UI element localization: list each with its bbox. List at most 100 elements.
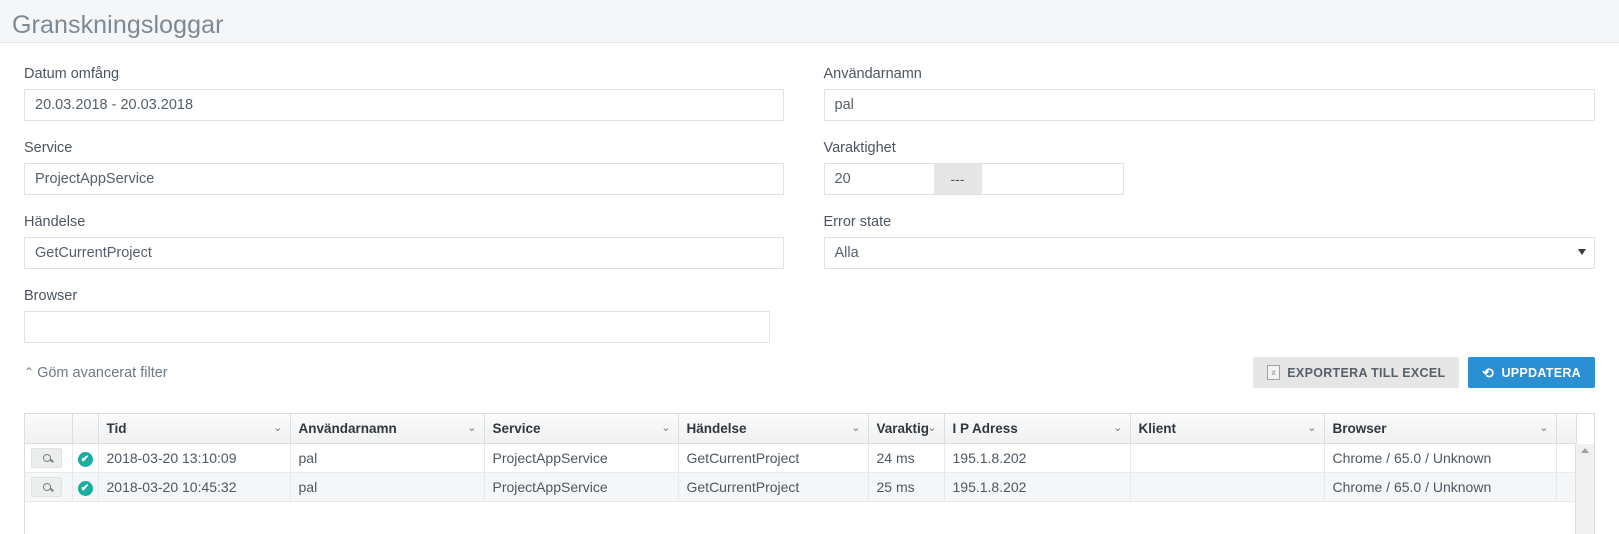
cell-spacer (1556, 472, 1577, 502)
column-header-browser-label: Browser (1332, 420, 1387, 436)
filter-column-right: Användarnamn pal Varaktighet 20 --- Erro… (810, 65, 1596, 361)
table-body: ✔ 2018-03-20 13:10:09 pal ProjectAppServ… (25, 443, 1577, 502)
service-label: Service (24, 140, 73, 156)
table-header: Tid ⌄ Användarnamn ⌄ Service ⌄ Händelse … (25, 414, 1577, 444)
chevron-down-icon[interactable]: ⌄ (661, 421, 670, 434)
cell-service: ProjectAppService (484, 443, 679, 473)
chevron-up-icon: ⌃ (24, 365, 35, 379)
cell-tid: 2018-03-20 13:10:09 (98, 443, 291, 473)
scroll-up-arrow-icon[interactable] (1581, 448, 1589, 453)
audit-logs-page: Granskningsloggar Datum omfång 20.03.201… (0, 0, 1619, 534)
cell-tid: 2018-03-20 10:45:32 (98, 472, 291, 502)
cell-varaktighet: 25 ms (868, 472, 945, 502)
cell-klient (1130, 443, 1325, 473)
date-range-input[interactable]: 20.03.2018 - 20.03.2018 (24, 89, 784, 121)
column-header-browser[interactable]: Browser ⌄ (1324, 414, 1557, 444)
field-service: Service ProjectAppService (24, 139, 784, 195)
error-state-select-wrap: Alla (823, 237, 1595, 269)
column-header-spacer (1556, 414, 1577, 444)
export-to-excel-label: EXPORTERA TILL EXCEL (1287, 365, 1446, 380)
column-header-handelse[interactable]: Händelse ⌄ (678, 414, 869, 444)
column-header-varaktighet-label: Varaktig (876, 420, 930, 436)
row-status-cell: ✔ (72, 472, 99, 502)
chevron-down-icon (1578, 249, 1586, 255)
filter-column-left: Datum omfång 20.03.2018 - 20.03.2018 Ser… (24, 65, 810, 361)
cell-anvandarnamn: pal (290, 443, 485, 473)
browser-input[interactable] (24, 311, 770, 343)
column-header-klient[interactable]: Klient ⌄ (1130, 414, 1325, 444)
field-date-range: Datum omfång 20.03.2018 - 20.03.2018 (24, 65, 784, 121)
column-header-ip-label: I P Adress (952, 420, 1018, 436)
row-details-button[interactable] (31, 447, 62, 468)
error-state-select[interactable]: Alla (823, 237, 1595, 269)
table-header-row: Tid ⌄ Användarnamn ⌄ Service ⌄ Händelse … (25, 414, 1577, 444)
column-header-tid-label: Tid (106, 420, 127, 436)
refresh-icon: ⟳ (1482, 364, 1495, 381)
event-label: Händelse (24, 214, 86, 230)
toggle-advanced-filter-link[interactable]: ⌃ Göm avancerat filter (24, 365, 168, 381)
field-duration: Varaktighet 20 --- (823, 139, 1596, 195)
toggle-advanced-filter-label: Göm avancerat filter (37, 365, 168, 381)
export-to-excel-button[interactable]: x EXPORTERA TILL EXCEL (1253, 357, 1460, 388)
username-input[interactable]: pal (823, 89, 1595, 121)
cell-ip: 195.1.8.202 (944, 443, 1131, 473)
action-buttons: x EXPORTERA TILL EXCEL ⟳ UPPDATERA (1253, 357, 1595, 388)
cell-handelse: GetCurrentProject (678, 472, 869, 502)
duration-from-input[interactable]: 20 (823, 163, 934, 195)
chevron-down-icon[interactable]: ⌄ (273, 421, 282, 434)
column-header-varaktighet[interactable]: Varaktig ⌄ (868, 414, 945, 444)
chevron-down-icon[interactable]: ⌄ (467, 421, 476, 434)
date-range-label: Datum omfång (24, 66, 120, 82)
audit-log-table: Tid ⌄ Användarnamn ⌄ Service ⌄ Händelse … (24, 413, 1595, 534)
chevron-down-icon[interactable]: ⌄ (1539, 421, 1548, 434)
field-username: Användarnamn pal (823, 65, 1595, 121)
column-header-ip[interactable]: I P Adress ⌄ (944, 414, 1131, 444)
row-status-cell: ✔ (72, 443, 99, 473)
cell-ip: 195.1.8.202 (944, 472, 1131, 502)
column-header-service-label: Service (492, 420, 541, 436)
cell-klient (1130, 472, 1325, 502)
cell-browser: Chrome / 65.0 / Unknown (1324, 472, 1557, 502)
excel-file-icon: x (1267, 365, 1281, 380)
content-panel: Datum omfång 20.03.2018 - 20.03.2018 Ser… (0, 42, 1619, 534)
status-badge: ✔ (77, 480, 93, 496)
row-details-button[interactable] (31, 476, 62, 497)
cell-service: ProjectAppService (484, 472, 679, 502)
column-header-anvandarnamn[interactable]: Användarnamn ⌄ (290, 414, 485, 444)
status-badge: ✔ (77, 451, 93, 467)
column-header-tid[interactable]: Tid ⌄ (98, 414, 291, 444)
filter-toolbar: ⌃ Göm avancerat filter x EXPORTERA TILL E… (0, 357, 1619, 399)
column-header-klient-label: Klient (1138, 420, 1177, 436)
chevron-down-icon[interactable]: ⌄ (927, 421, 936, 434)
table-row[interactable]: ✔ 2018-03-20 10:45:32 pal ProjectAppServ… (25, 472, 1577, 502)
cell-spacer (1556, 443, 1577, 473)
field-error-state: Error state Alla (823, 213, 1595, 269)
column-header-actions (25, 414, 73, 444)
duration-to-input[interactable] (981, 163, 1124, 195)
service-input[interactable]: ProjectAppService (24, 163, 784, 195)
cell-handelse: GetCurrentProject (678, 443, 869, 473)
error-state-label: Error state (823, 214, 892, 230)
chevron-down-icon[interactable]: ⌄ (851, 421, 860, 434)
row-actions-cell (25, 472, 73, 502)
column-header-anvandarnamn-label: Användarnamn (298, 420, 397, 436)
column-header-service[interactable]: Service ⌄ (484, 414, 679, 444)
chevron-down-icon[interactable]: ⌄ (1307, 421, 1316, 434)
search-icon (42, 482, 51, 491)
row-actions-cell (25, 443, 73, 473)
duration-label: Varaktighet (823, 140, 896, 156)
refresh-label: UPPDATERA (1501, 365, 1581, 380)
page-title: Granskningsloggar (12, 11, 224, 39)
table-row[interactable]: ✔ 2018-03-20 13:10:09 pal ProjectAppServ… (25, 443, 1577, 473)
filter-form: Datum omfång 20.03.2018 - 20.03.2018 Ser… (0, 43, 1619, 361)
refresh-button[interactable]: ⟳ UPPDATERA (1468, 357, 1595, 388)
column-header-handelse-label: Händelse (686, 420, 747, 436)
field-event: Händelse GetCurrentProject (24, 213, 784, 269)
event-input[interactable]: GetCurrentProject (24, 237, 784, 269)
table-vertical-scrollbar[interactable] (1575, 444, 1594, 534)
column-header-status (72, 414, 99, 444)
chevron-down-icon[interactable]: ⌄ (1113, 421, 1122, 434)
duration-separator: --- (933, 163, 982, 195)
search-icon (42, 453, 51, 462)
cell-anvandarnamn: pal (290, 472, 485, 502)
